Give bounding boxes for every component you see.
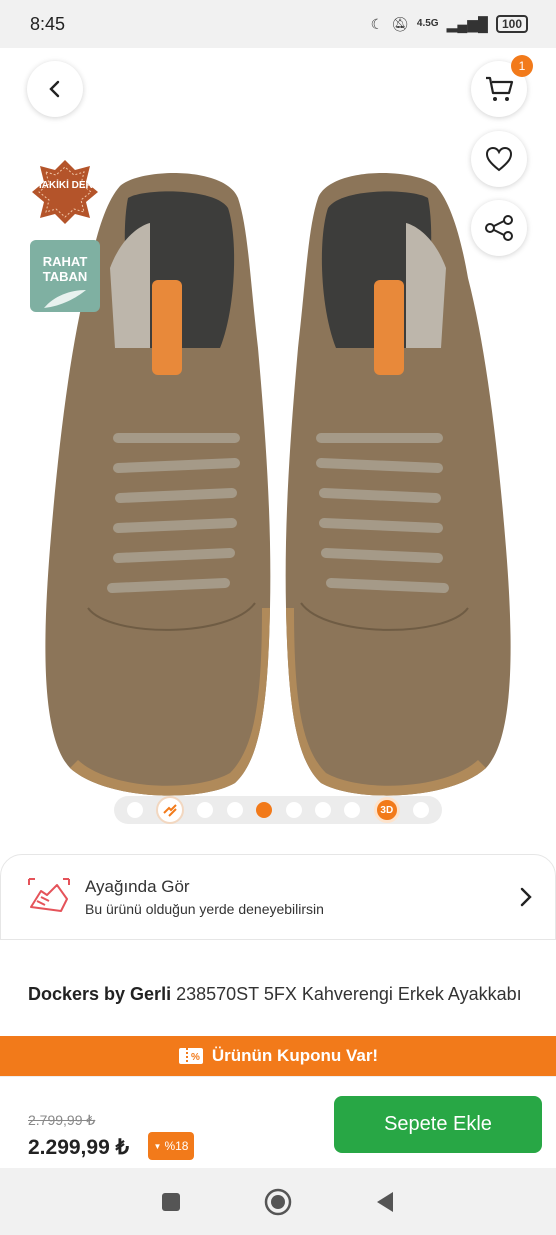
gallery-dot[interactable] — [315, 802, 332, 818]
back-button[interactable] — [27, 61, 83, 117]
current-price: 2.299,99 ₺ — [28, 1136, 129, 1159]
cart-button[interactable]: 1 — [471, 55, 533, 117]
heart-icon — [485, 146, 513, 172]
try-on-dot-icon[interactable] — [156, 796, 185, 824]
feather-icon — [44, 290, 86, 308]
chevron-right-icon — [520, 887, 532, 907]
discount-badge: ▼ %18 — [148, 1132, 194, 1160]
status-time: 8:45 — [30, 13, 66, 34]
share-button[interactable] — [471, 200, 527, 256]
system-nav-bar — [0, 1168, 556, 1235]
coupon-label: Ürünün Kuponu Var! — [211, 1046, 379, 1065]
try-on-title: Ayağında Gör — [85, 877, 190, 896]
coupon-icon: % — [178, 1048, 203, 1064]
gallery-dot[interactable] — [197, 802, 214, 818]
chevron-left-icon — [49, 80, 60, 98]
coupon-banner[interactable]: % Ürünün Kuponu Var! — [0, 1036, 556, 1076]
view-3d-dot[interactable]: 3D — [373, 797, 400, 823]
status-bar: 8:45 ☾ 🔕︎ 4.5G ▂▄▆█ 100 — [0, 0, 556, 48]
cart-count-badge: 1 — [511, 55, 533, 77]
add-to-cart-button[interactable]: Sepete Ekle — [334, 1096, 542, 1153]
gallery-indicator[interactable]: 3D — [114, 796, 442, 824]
discount-value: %18 — [164, 1139, 189, 1153]
status-icons: ☾ 🔕︎ 4.5G ▂▄▆█ 100 — [371, 15, 528, 33]
cart-icon — [486, 76, 514, 101]
gallery-dot[interactable] — [126, 802, 143, 818]
comfort-sole-label: RAHAT TABAN — [42, 254, 88, 284]
gallery-dot[interactable] — [344, 802, 361, 818]
product-name: 238570ST 5FX Kahverengi Erkek Ayakkabı — [176, 984, 522, 1004]
try-on-banner[interactable]: Ayağında Gör Bu ürünü olduğun yerde dene… — [0, 854, 556, 940]
share-icon — [485, 215, 513, 241]
mute-icon: 🔕︎ — [391, 15, 409, 32]
network-label: 4.5G — [416, 18, 439, 29]
back-nav-icon[interactable] — [375, 1191, 395, 1213]
home-icon[interactable] — [264, 1188, 292, 1216]
comfort-sole-badge: RAHAT TABAN — [30, 240, 100, 312]
favorite-button[interactable] — [471, 131, 527, 187]
gallery-dot-active[interactable] — [256, 802, 273, 818]
purchase-bar: 2.799,99 ₺ 2.299,99 ₺ ▼ %18 Sepete Ekle — [0, 1076, 556, 1168]
signal-icon: ▂▄▆█ — [446, 15, 488, 32]
moon-icon: ☾ — [370, 15, 384, 32]
battery-level: 100 — [495, 15, 528, 33]
gallery-dot[interactable] — [226, 802, 243, 818]
product-brand[interactable]: Dockers by Gerli — [28, 984, 171, 1004]
try-on-subtitle: Bu ürünü olduğun yerde deneyebilirsin — [85, 901, 324, 917]
gallery-dot[interactable] — [413, 802, 430, 818]
product-gallery[interactable]: 1 HAKİKİ DERİ RAHAT TABAN 3D — [0, 48, 556, 843]
recents-icon[interactable] — [161, 1192, 181, 1212]
shoe-ar-icon — [28, 878, 70, 912]
genuine-leather-badge: HAKİKİ DERİ — [30, 158, 100, 226]
old-price: 2.799,99 ₺ — [28, 1112, 96, 1128]
genuine-leather-label: HAKİKİ DERİ — [34, 180, 96, 191]
svg-text:%: % — [191, 1052, 200, 1063]
gallery-dot[interactable] — [285, 802, 302, 818]
down-arrow-icon: ▼ — [153, 1141, 162, 1151]
product-title: Dockers by Gerli 238570ST 5FX Kahverengi… — [28, 982, 528, 1006]
